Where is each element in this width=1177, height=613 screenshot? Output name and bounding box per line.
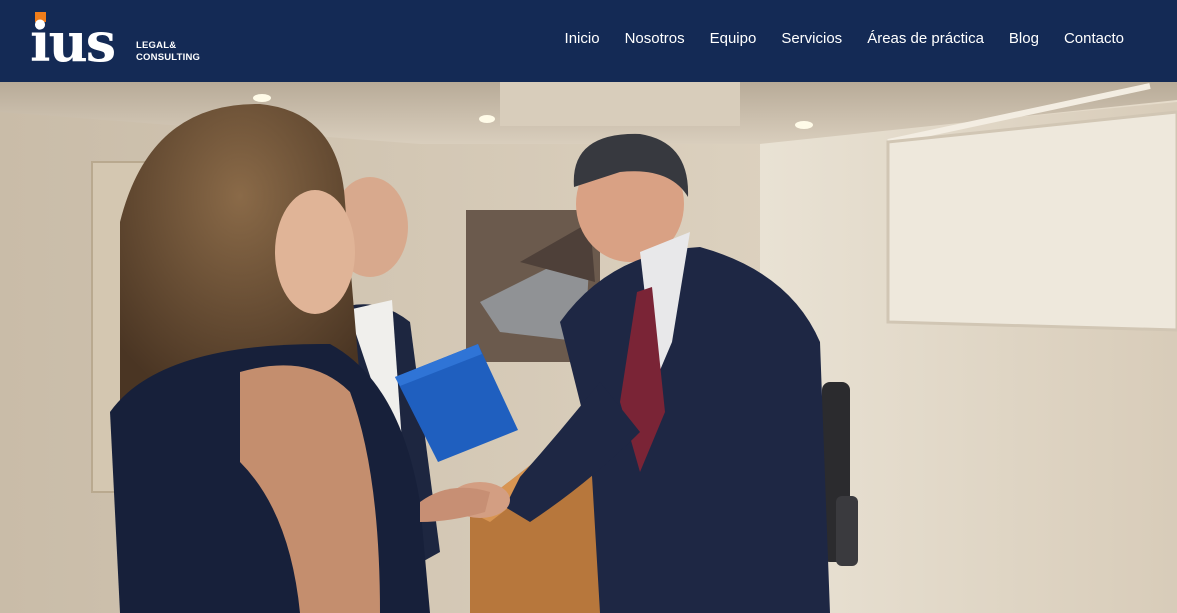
site-logo[interactable]: ius LEGAL& CONSULTING	[30, 12, 210, 70]
nav-item-blog[interactable]: Blog	[1009, 29, 1039, 49]
nav-item-areas-de-practica[interactable]: Áreas de práctica	[867, 29, 984, 49]
hero-image	[0, 82, 1177, 613]
logo-wordmark: ius	[30, 10, 116, 74]
logo-subtitle-line2: CONSULTING	[136, 52, 201, 63]
nav-item-contacto[interactable]: Contacto	[1064, 29, 1124, 49]
nav-item-equipo[interactable]: Equipo	[710, 29, 757, 49]
nav-item-inicio[interactable]: Inicio	[565, 29, 600, 49]
site-header: ius LEGAL& CONSULTING Inicio Nosotros Eq…	[0, 0, 1177, 82]
hero-photo-illustration	[0, 82, 1177, 613]
logo-subtitle: LEGAL& CONSULTING	[136, 40, 200, 64]
nav-item-nosotros[interactable]: Nosotros	[625, 29, 685, 49]
main-nav: Inicio Nosotros Equipo Servicios Áreas d…	[540, 29, 1124, 49]
logo-subtitle-line1: LEGAL&	[136, 40, 177, 51]
nav-item-servicios[interactable]: Servicios	[781, 29, 842, 49]
